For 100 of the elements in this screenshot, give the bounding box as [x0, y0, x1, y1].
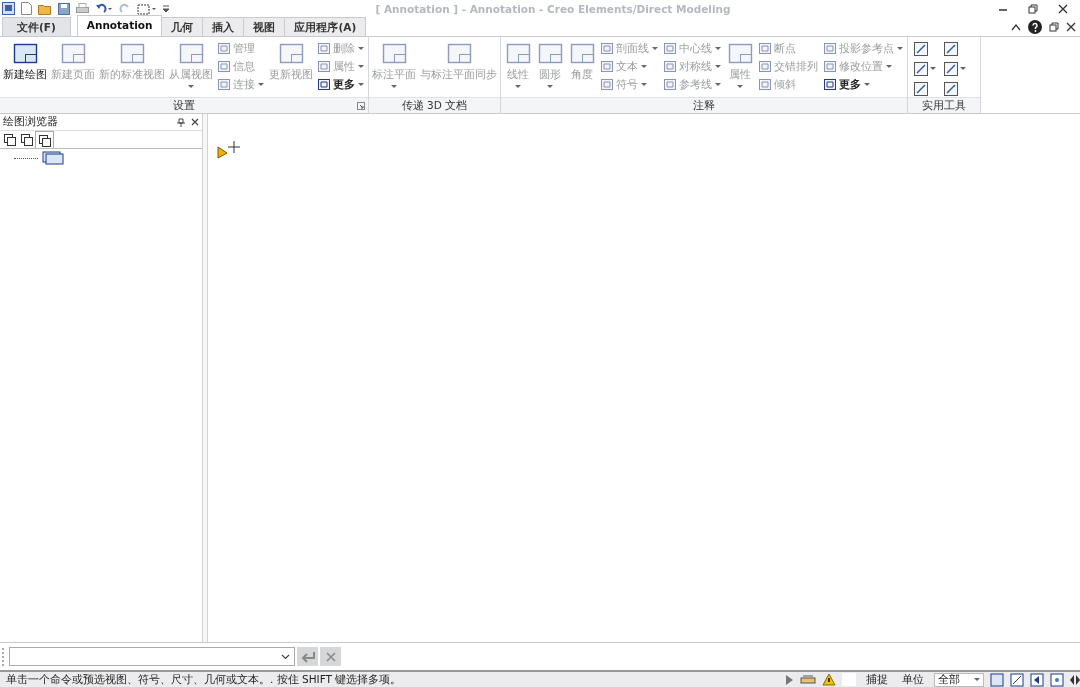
- drawing-icon[interactable]: [42, 151, 64, 165]
- frame-icon: [664, 79, 676, 90]
- frame-icon: [601, 79, 613, 90]
- dropdown-arrow-icon: [188, 85, 194, 89]
- status-message: 单击一个命令或预选视图、符号、尺寸、几何或文本。. 按住 SHIFT 键选择多项。: [6, 672, 402, 687]
- frame-icon: [504, 41, 532, 65]
- folder-icon[interactable]: [38, 2, 52, 15]
- restore-icon[interactable]: [1049, 21, 1059, 32]
- collapse-ribbon-icon[interactable]: [1011, 22, 1021, 31]
- selection-icon[interactable]: [137, 2, 157, 15]
- line-icon: [944, 62, 958, 76]
- save-icon[interactable]: [58, 2, 70, 15]
- close-icon: [324, 650, 337, 663]
- frame-icon: [759, 43, 771, 54]
- fit-icon[interactable]: [1050, 672, 1064, 687]
- window-icon[interactable]: [990, 672, 1004, 687]
- back-icon[interactable]: [1030, 672, 1044, 687]
- line-icon: [914, 62, 928, 76]
- dropdown-arrow-icon: [391, 85, 397, 89]
- dropdown-arrow-icon: [641, 64, 647, 69]
- frame-icon: [568, 41, 596, 65]
- frame-icon: [824, 61, 836, 72]
- close-icon[interactable]: [1066, 21, 1076, 32]
- app-icon[interactable]: [2, 2, 15, 15]
- frame-icon: [536, 41, 564, 65]
- ribbon-tab[interactable]: 几何: [161, 17, 204, 36]
- pages-icon: [38, 133, 51, 147]
- zoom-icon[interactable]: [1010, 672, 1024, 687]
- frame-icon: [380, 41, 408, 65]
- warning-icon[interactable]: [822, 673, 836, 686]
- print-icon[interactable]: [76, 2, 89, 15]
- frame-icon: [318, 43, 330, 54]
- undo-icon[interactable]: [95, 2, 113, 15]
- frame-icon: [824, 43, 836, 54]
- printer-icon[interactable]: [800, 673, 816, 686]
- frame-icon: [759, 79, 771, 90]
- snap-button[interactable]: 捕捉: [862, 672, 892, 687]
- dropdown-arrow-icon: [960, 67, 966, 71]
- filter-dropdown[interactable]: 全部: [934, 672, 984, 687]
- ribbon-button[interactable]: 更多: [318, 77, 364, 92]
- help-icon[interactable]: [1028, 19, 1042, 34]
- tool-button[interactable]: [944, 61, 966, 77]
- customize-icon[interactable]: [163, 4, 169, 13]
- command-input-field[interactable]: [9, 647, 295, 666]
- dropdown-arrow-icon: [715, 46, 721, 51]
- frame-icon: [59, 41, 87, 65]
- pages-icon: [20, 132, 33, 146]
- pin-icon[interactable]: [177, 117, 185, 127]
- dropdown-arrow-icon: [258, 82, 264, 87]
- restore-icon[interactable]: [1028, 3, 1038, 14]
- status-field: [842, 673, 856, 686]
- dropdown-arrow-icon: [641, 82, 647, 87]
- pages-icon: [3, 132, 16, 146]
- dropdown-arrow-icon: [358, 64, 364, 69]
- enter-icon: [299, 650, 316, 663]
- ribbon-tab[interactable]: 视图: [243, 17, 286, 36]
- frame-icon: [318, 61, 330, 72]
- dropdown-arrow-icon: [515, 85, 521, 89]
- dropdown-arrow-icon: [737, 85, 743, 89]
- line-icon: [914, 42, 928, 56]
- frame-icon: [601, 43, 613, 54]
- group-label: 实用工具: [922, 98, 966, 113]
- new-file-icon[interactable]: [21, 2, 32, 15]
- cursor-icon: [217, 141, 241, 159]
- frame-icon: [318, 79, 330, 90]
- browser-tab[interactable]: [35, 131, 54, 148]
- line-icon: [944, 42, 958, 56]
- frame-icon: [118, 41, 146, 65]
- dropdown-arrow-icon: [358, 82, 364, 87]
- group-label: 注释: [693, 98, 715, 113]
- browser-tab[interactable]: [18, 131, 35, 147]
- frame-icon: [218, 79, 230, 90]
- dropdown-arrow-icon: [652, 46, 658, 51]
- ribbon-button[interactable]: 更多: [824, 77, 903, 92]
- frame-icon: [824, 79, 836, 90]
- group-label: 传递 3D 文档: [401, 98, 468, 113]
- play-icon[interactable]: [784, 673, 794, 686]
- browser-tab[interactable]: [1, 131, 18, 147]
- dropdown-arrow-icon: [974, 677, 980, 682]
- arrows-icon[interactable]: [1070, 673, 1080, 686]
- dropdown-arrow-icon: [547, 85, 553, 89]
- chevron-down-icon[interactable]: [281, 653, 290, 660]
- dropdown-arrow-icon: [715, 82, 721, 87]
- ribbon-tab[interactable]: Annotation: [76, 15, 163, 36]
- ribbon-button[interactable]: 新建绘图: [2, 41, 48, 97]
- frame-icon: [664, 61, 676, 72]
- dialog-launcher-icon[interactable]: [357, 102, 365, 110]
- dropdown-arrow-icon: [715, 64, 721, 69]
- dropdown-arrow-icon: [897, 46, 903, 51]
- dropdown-arrow-icon: [930, 67, 936, 71]
- frame-icon: [277, 41, 305, 65]
- ribbon-tab[interactable]: 文件(F): [2, 17, 71, 36]
- ribbon-tab[interactable]: 应用程序(A): [284, 17, 367, 36]
- ribbon-tab[interactable]: 插入: [202, 17, 245, 36]
- units-button[interactable]: 单位: [898, 672, 928, 687]
- tool-button[interactable]: [914, 61, 936, 77]
- close-icon[interactable]: [191, 117, 199, 126]
- frame-icon: [218, 43, 230, 54]
- close-icon[interactable]: [1058, 3, 1068, 14]
- window-title: [ Annotation ] - Annotation - Creo Elements/Direct Modeling: [375, 2, 731, 15]
